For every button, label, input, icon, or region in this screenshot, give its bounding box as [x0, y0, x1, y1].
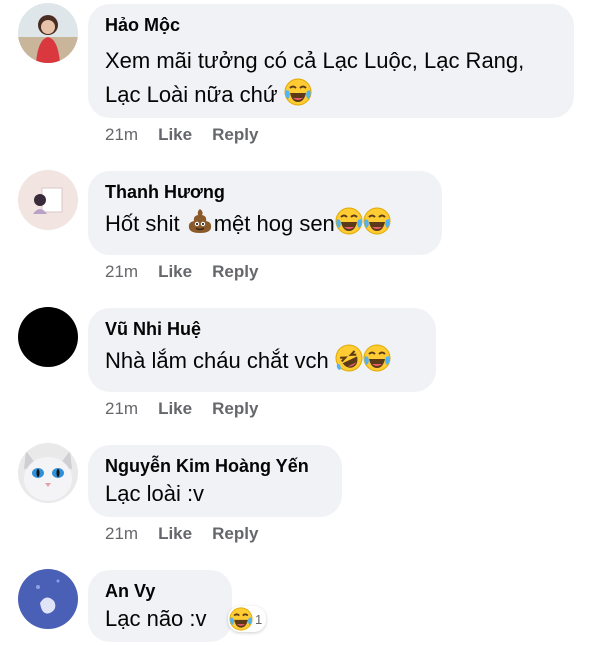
reply-button[interactable]: Reply — [212, 399, 258, 419]
comment-bubble: Vũ Nhi Huệ Nhà lắm cháu chắt vch — [88, 308, 436, 392]
like-button[interactable]: Like — [158, 399, 192, 419]
poop-emoji — [187, 208, 212, 234]
comment-actions: 21m Like Reply — [105, 524, 258, 544]
reply-button[interactable]: Reply — [212, 125, 258, 145]
comment-author[interactable]: An Vy — [105, 580, 214, 602]
comment-bubble: Nguyễn Kim Hoàng Yến Lạc loài :v — [88, 445, 342, 517]
laughing-tears-emoji — [362, 207, 391, 235]
like-button[interactable]: Like — [158, 524, 192, 544]
avatar[interactable] — [18, 569, 78, 629]
comment-bubble: Hảo Mộc Xem mãi tưởng có cả Lạc Luộc, Lạ… — [88, 4, 574, 118]
comment-bubble: Thanh Hương Hốt shit mệt hog sen — [88, 171, 442, 255]
comment-text-line: Nhà lắm cháu chắt vch — [105, 348, 329, 373]
comment-time[interactable]: 21m — [105, 524, 138, 544]
haha-reaction-icon — [229, 607, 253, 631]
comment-bubble: An Vy Lạc não :v — [88, 570, 232, 642]
comment-author[interactable]: Vũ Nhi Huệ — [105, 318, 418, 340]
comment-text: Lạc Loài nữa chứ — [105, 78, 556, 112]
like-button[interactable]: Like — [158, 125, 192, 145]
laughing-tears-emoji — [283, 78, 312, 106]
avatar[interactable] — [18, 170, 78, 230]
comment-author[interactable]: Thanh Hương — [105, 181, 424, 203]
user-photo-icon — [18, 3, 78, 63]
comment-text: Nhà lắm cháu chắt vch — [105, 344, 418, 378]
comment-actions: 21m Like Reply — [105, 399, 258, 419]
comment-text: Lạc não :v — [105, 606, 207, 631]
avatar[interactable] — [18, 3, 78, 63]
user-photo-icon — [18, 443, 78, 503]
like-button[interactable]: Like — [158, 262, 192, 282]
comment-text-line: Lạc Loài nữa chứ — [105, 82, 278, 107]
comment-text-line: Hốt shit — [105, 211, 180, 236]
user-photo-icon — [18, 307, 78, 367]
comment-actions: 21m Like Reply — [105, 262, 258, 282]
comment-text: Xem mãi tưởng có cả Lạc Luộc, Lạc Rang, — [105, 48, 525, 73]
avatar[interactable] — [18, 307, 78, 367]
user-photo-icon — [18, 170, 78, 230]
laughing-tears-emoji — [334, 207, 363, 235]
user-photo-icon — [18, 569, 78, 629]
avatar[interactable] — [18, 443, 78, 503]
reply-button[interactable]: Reply — [212, 524, 258, 544]
comment-text: Hốt shit mệt hog sen — [105, 207, 424, 241]
comment-author[interactable]: Nguyễn Kim Hoàng Yến — [105, 455, 324, 477]
laughing-tears-emoji — [362, 344, 391, 372]
reaction-count: 1 — [255, 611, 263, 627]
rofl-emoji — [334, 344, 363, 372]
reply-button[interactable]: Reply — [212, 262, 258, 282]
comment-text: Lạc loài :v — [105, 481, 205, 506]
comment-author[interactable]: Hảo Mộc — [105, 14, 556, 36]
comment-actions: 21m Like Reply — [105, 125, 258, 145]
comment-time[interactable]: 21m — [105, 399, 138, 419]
comment-time[interactable]: 21m — [105, 262, 138, 282]
reaction-badge[interactable]: 1 — [228, 606, 267, 632]
comment-text-line: mệt hog sen — [213, 211, 335, 236]
comment-time[interactable]: 21m — [105, 125, 138, 145]
